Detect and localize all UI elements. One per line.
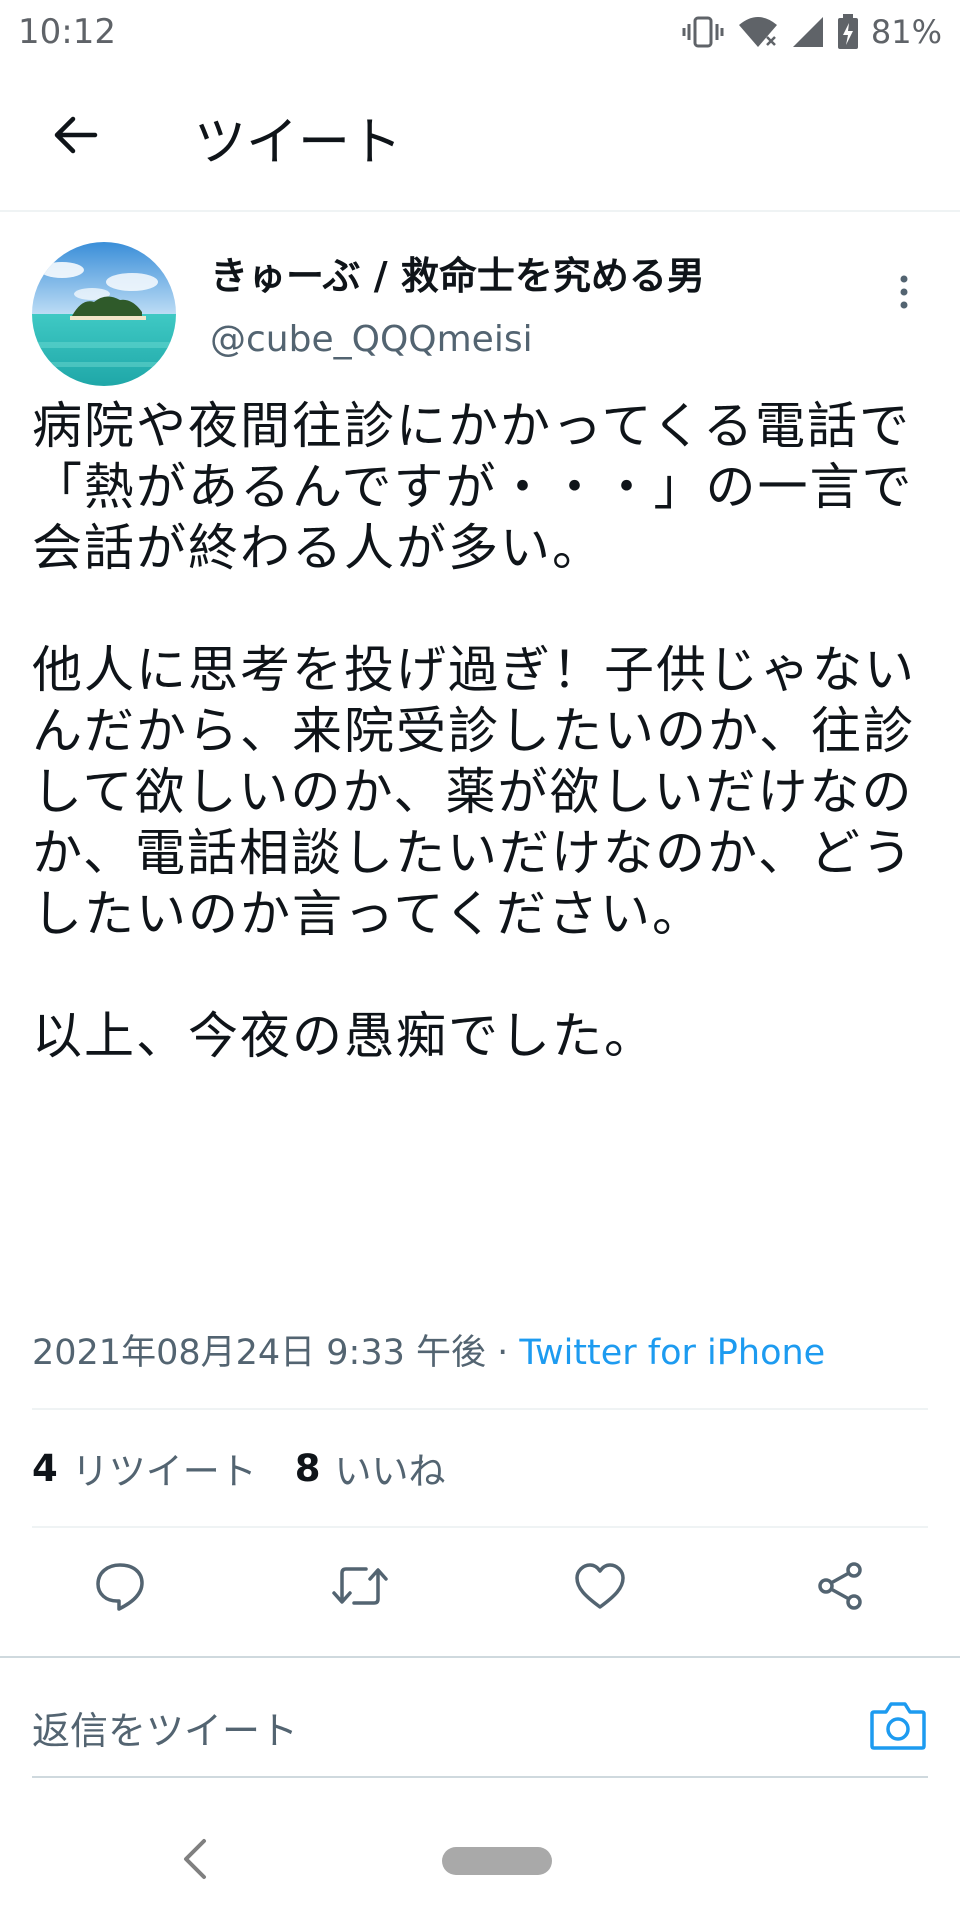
display-name[interactable]: きゅーぶ / 救命士を究める男 <box>210 254 705 300</box>
timestamp: 2021年08月24日 9:33 午後 · <box>32 1333 520 1373</box>
author-row: きゅーぶ / 救命士を究める男 @cube_QQQmeisi <box>0 214 960 390</box>
likes-stat[interactable]: 8 いいね <box>295 1441 446 1495</box>
more-options-button[interactable] <box>884 264 924 324</box>
like-button[interactable] <box>565 1553 635 1623</box>
page-title: ツイート <box>194 112 403 173</box>
retweet-icon <box>330 1561 390 1615</box>
retweets-count: 4 <box>32 1446 58 1490</box>
tweet-text: 病院や夜間往診にかかってくる電話で「熱があるんですが・・・」の一言で会話が終わる… <box>32 397 916 1065</box>
status-time: 10:12 <box>18 12 116 52</box>
status-icons: 81% <box>681 13 942 51</box>
camera-icon <box>868 1702 928 1756</box>
system-home-pill[interactable] <box>442 1847 552 1875</box>
handle[interactable]: @cube_QQQmeisi <box>210 318 705 361</box>
reply-bar: 返信をツイート <box>0 1656 960 1796</box>
likes-count: 8 <box>294 1446 321 1490</box>
wifi-icon <box>737 15 779 49</box>
chevron-left-icon <box>180 1837 210 1885</box>
avatar[interactable] <box>32 242 176 386</box>
tweet-meta: 2021年08月24日 9:33 午後 · Twitter for iPhone <box>32 1324 825 1375</box>
back-button[interactable] <box>0 63 150 211</box>
share-icon <box>813 1559 867 1617</box>
retweets-label: リツイート <box>71 1450 257 1493</box>
like-icon <box>573 1561 627 1615</box>
battery-charging-icon <box>837 14 859 50</box>
stats-row: 4 リツイート 8 いいね <box>32 1410 484 1526</box>
retweets-stat[interactable]: 4 リツイート <box>32 1441 257 1495</box>
battery-percent: 81% <box>870 13 942 51</box>
system-nav-bar <box>0 1800 960 1920</box>
divider <box>32 1776 928 1778</box>
camera-button[interactable] <box>868 1698 928 1754</box>
reply-button[interactable] <box>85 1553 155 1623</box>
retweet-button[interactable] <box>325 1553 395 1623</box>
more-vertical-icon <box>898 274 910 314</box>
tweet: きゅーぶ / 救命士を究める男 @cube_QQQmeisi 病院や夜間往診にか… <box>0 214 960 1373</box>
status-bar: 10:12 81% <box>0 0 960 64</box>
vibrate-icon <box>681 14 725 50</box>
likes-label: いいね <box>334 1450 446 1493</box>
source-link[interactable]: Twitter for iPhone <box>519 1333 825 1373</box>
author-names: きゅーぶ / 救命士を究める男 @cube_QQQmeisi <box>210 254 705 361</box>
signal-icon <box>791 15 825 49</box>
actions-row <box>0 1528 960 1648</box>
reply-icon <box>93 1559 147 1617</box>
reply-input[interactable]: 返信をツイート <box>32 1700 298 1755</box>
app-header: ツイート <box>0 64 960 212</box>
system-back-button[interactable] <box>170 1836 220 1886</box>
arrow-left-icon <box>51 115 99 159</box>
share-button[interactable] <box>805 1553 875 1623</box>
